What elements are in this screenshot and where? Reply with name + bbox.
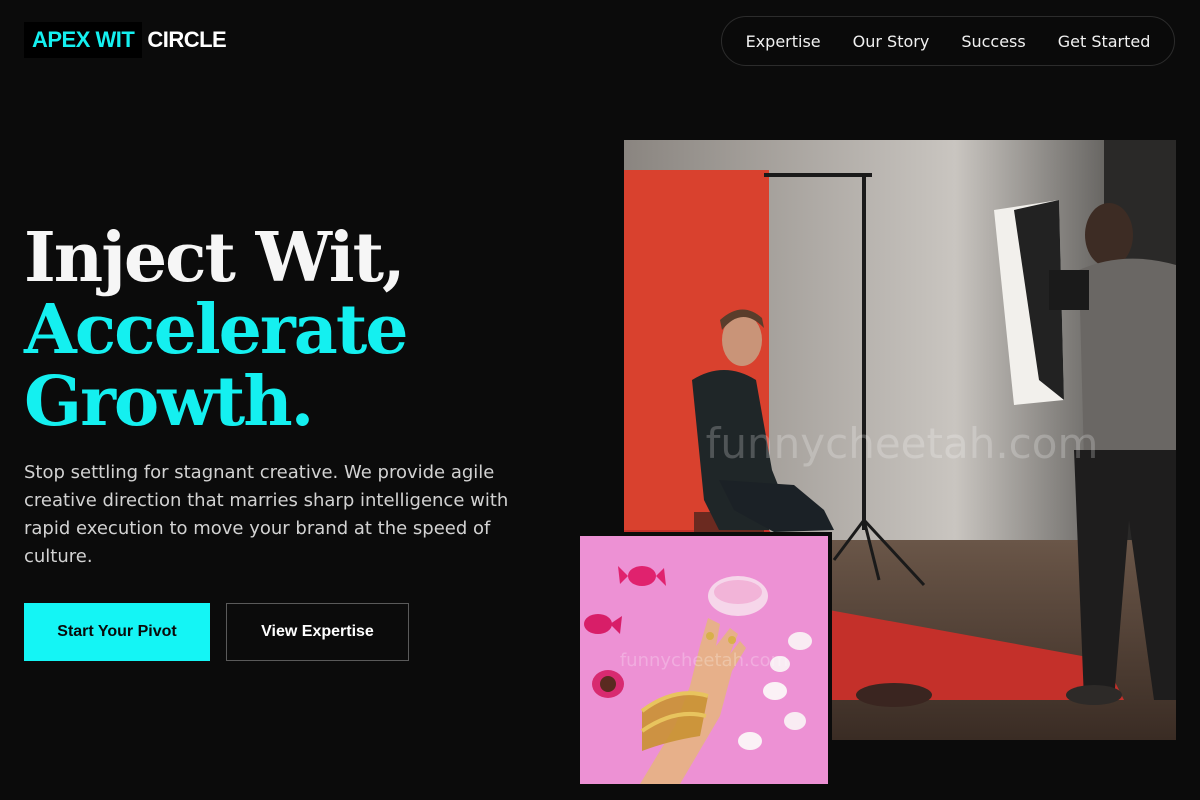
brand-logo[interactable]: APEX WIT CIRCLE [24,22,227,58]
studio-watermark: funnycheetah.com [706,419,1099,468]
nav-link-our-story[interactable]: Our Story [853,32,930,51]
main-nav: Expertise Our Story Success Get Started [721,16,1175,66]
headline-line-3: Growth. [24,362,314,442]
jewelry-photo-illustration: funnycheetah.com [580,536,828,784]
logo-text-primary: APEX WIT [24,22,143,58]
nav-link-success[interactable]: Success [961,32,1025,51]
headline-line-1: Inject Wit, [24,218,406,298]
hero-description: Stop settling for stagnant creative. We … [24,462,509,567]
view-expertise-button[interactable]: View Expertise [226,603,409,661]
jewelry-photo: funnycheetah.com [580,536,828,784]
landing-page: APEX WIT CIRCLE Expertise Our Story Succ… [0,0,1200,800]
start-your-pivot-button[interactable]: Start Your Pivot [24,603,210,661]
nav-link-get-started[interactable]: Get Started [1058,32,1151,51]
headline-line-2: Accelerate [24,290,408,370]
pink-watermark: funnycheetah.com [620,650,788,671]
nav-link-expertise[interactable]: Expertise [746,32,821,51]
logo-text-secondary: CIRCLE [147,27,227,52]
hero-headline: Inject Wit, Accelerate Growth. [24,218,408,442]
